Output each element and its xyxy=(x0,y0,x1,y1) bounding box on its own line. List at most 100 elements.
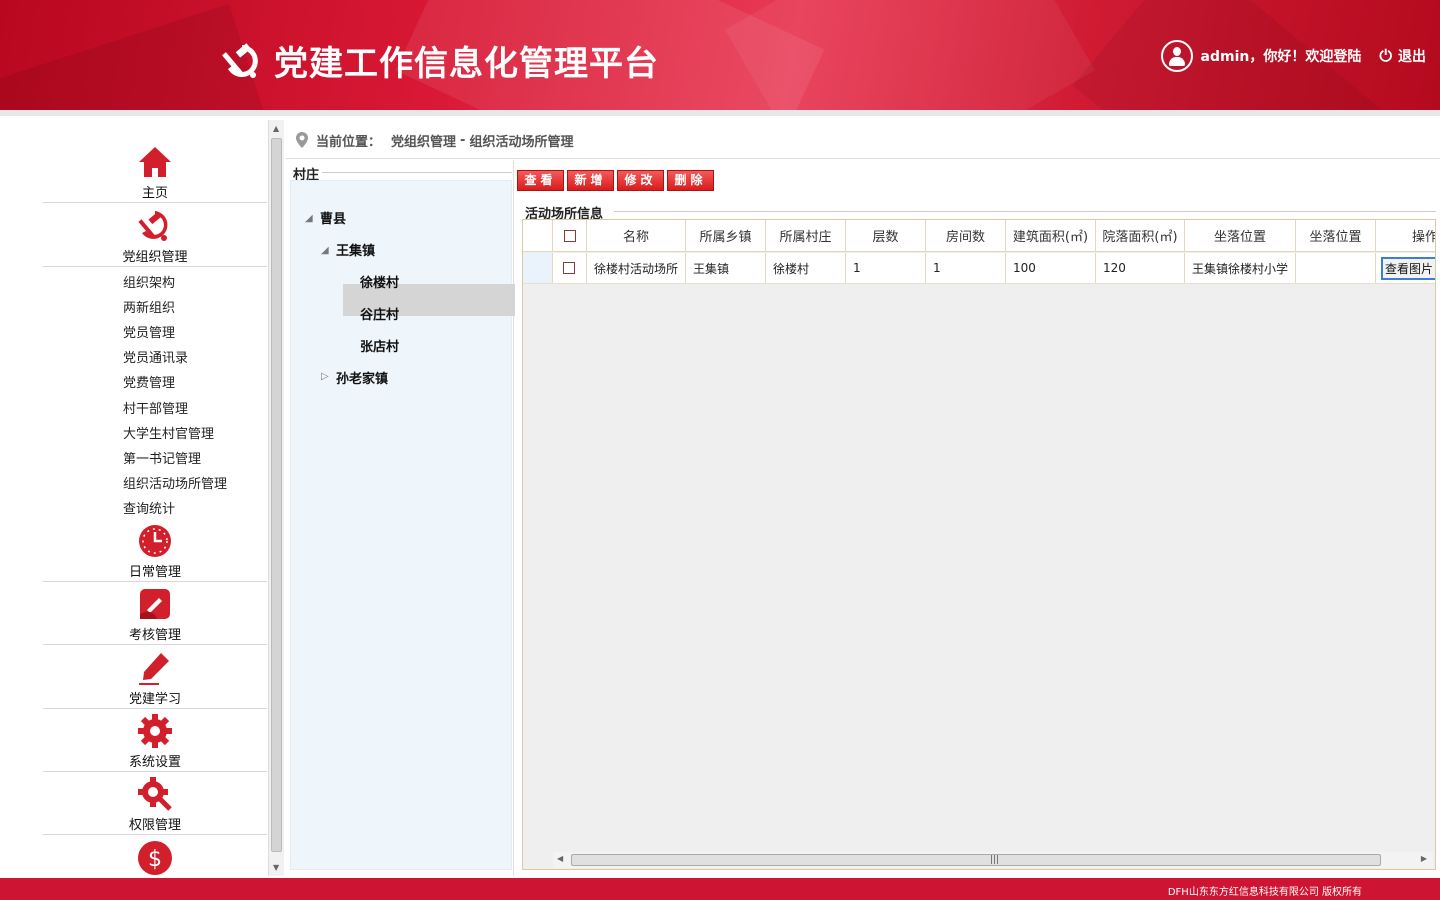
scroll-down-icon[interactable]: ▼ xyxy=(273,863,279,872)
submenu-party-dues[interactable]: 党费管理 xyxy=(123,372,175,391)
sidebar-item-label: 党建学习 xyxy=(128,692,181,707)
sidebar-item-label: 考核管理 xyxy=(128,628,181,643)
cell-village: 徐楼村 xyxy=(766,253,846,283)
cell-yard-area: 120 xyxy=(1096,253,1185,283)
cell-location-2 xyxy=(1296,253,1376,283)
footer: DFH山东东方红信息科技有限公司 版权所有 xyxy=(0,878,1440,900)
user-avatar-icon xyxy=(1160,40,1193,72)
tree-node-village[interactable]: 徐楼村 xyxy=(360,272,399,291)
cell-name: 徐楼村活动场所 xyxy=(587,253,686,283)
venue-data-grid: 名称 所属乡镇 所属村庄 层数 房间数 建筑面积(㎡) 院落面积(㎡) 坐落位置… xyxy=(522,219,1436,870)
column-header-building-area[interactable]: 建筑面积(㎡) xyxy=(1006,220,1096,251)
breadcrumb-current: 组织活动场所管理 xyxy=(469,134,574,150)
sidebar-item-assessment[interactable]: 考核管理 xyxy=(43,582,267,645)
delete-button[interactable]: 删除 xyxy=(667,170,714,191)
home-icon xyxy=(139,147,171,177)
scroll-right-icon[interactable]: ▶ xyxy=(1421,854,1427,863)
select-all-cell xyxy=(553,220,587,251)
app-logo: 党建工作信息化管理平台 xyxy=(220,36,659,85)
scroll-grip: ||| xyxy=(990,855,1000,865)
cell-location: 王集镇徐楼村小学 xyxy=(1185,253,1296,283)
row-number-header xyxy=(523,220,553,251)
submenu-village-cadres[interactable]: 村干部管理 xyxy=(123,398,188,417)
row-select-cell xyxy=(553,253,587,283)
column-header-name[interactable]: 名称 xyxy=(587,220,686,251)
tree-node-county[interactable]: 曹县 xyxy=(320,208,346,227)
breadcrumb-section[interactable]: 党组织管理 xyxy=(391,131,456,150)
view-image-button[interactable]: 查看图片 xyxy=(1381,256,1435,280)
scrollbar-thumb[interactable] xyxy=(271,138,282,852)
submenu-two-new-orgs[interactable]: 两新组织 xyxy=(123,297,175,316)
cell-rooms: 1 xyxy=(926,253,1006,283)
column-header-floors[interactable]: 层数 xyxy=(846,220,926,251)
tree-node-village[interactable]: 谷庄村 xyxy=(360,304,399,323)
sidebar-item-permissions[interactable]: 权限管理 xyxy=(43,772,267,835)
row-checkbox[interactable] xyxy=(563,262,575,274)
column-header-rooms[interactable]: 房间数 xyxy=(926,220,1006,251)
sidebar-item-daily[interactable]: 日常管理 xyxy=(43,519,267,582)
expand-toggle-icon[interactable]: ◢ xyxy=(305,213,313,224)
sidebar-scrollbar[interactable]: ▲ ▼ xyxy=(268,120,284,876)
submenu-member-management[interactable]: 党员管理 xyxy=(123,322,175,341)
location-pin-icon xyxy=(296,132,308,148)
table-row[interactable]: 徐楼村活动场所 王集镇 徐楼村 1 1 100 120 王集镇徐楼村小学 查看图… xyxy=(523,253,1435,284)
sidebar-item-settings[interactable]: 系统设置 xyxy=(43,709,267,772)
tree-node-town[interactable]: 王集镇 xyxy=(336,240,375,259)
sidebar-item-label: 系统设置 xyxy=(128,755,181,770)
assessment-icon xyxy=(140,589,170,619)
column-header-action[interactable]: 操作 xyxy=(1376,220,1435,251)
submenu-college-officials[interactable]: 大学生村官管理 xyxy=(123,423,214,442)
scroll-up-icon[interactable]: ▲ xyxy=(273,124,279,133)
user-box: admin，你好！欢迎登陆 ⏻ 退出 xyxy=(1160,40,1426,72)
add-button[interactable]: 新增 xyxy=(567,170,614,191)
collapse-toggle-icon[interactable]: ▷ xyxy=(321,371,329,382)
column-header-village[interactable]: 所属村庄 xyxy=(766,220,846,251)
copyright-text: DFH山东东方红信息科技有限公司 版权所有 xyxy=(1167,887,1362,898)
submenu-activity-venues[interactable]: 组织活动场所管理 xyxy=(123,473,227,492)
expand-toggle-icon[interactable]: ◢ xyxy=(321,245,329,256)
clock-icon xyxy=(139,525,171,557)
column-header-location-2[interactable]: 坐落位置 xyxy=(1296,220,1376,251)
cell-action: 查看图片 xyxy=(1376,253,1435,283)
submenu-first-secretary[interactable]: 第一书记管理 xyxy=(123,448,201,467)
breadcrumb-prefix: 当前位置： xyxy=(316,134,382,150)
submenu-query-stats[interactable]: 查询统计 xyxy=(123,498,175,517)
breadcrumb-separator: - xyxy=(460,132,466,148)
welcome-text: admin，你好！欢迎登陆 xyxy=(1200,49,1362,65)
sidebar-item-study[interactable]: 党建学习 xyxy=(43,646,267,709)
cell-floors: 1 xyxy=(846,253,926,283)
cell-building-area: 100 xyxy=(1006,253,1096,283)
column-header-location[interactable]: 坐落位置 xyxy=(1185,220,1296,251)
grid-header-row: 名称 所属乡镇 所属村庄 层数 房间数 建筑面积(㎡) 院落面积(㎡) 坐落位置… xyxy=(523,220,1435,252)
breadcrumb: 当前位置： 党组织管理 - 组织活动场所管理 xyxy=(286,122,1440,159)
sidebar-item-finance[interactable]: $ xyxy=(43,836,267,876)
app-title: 党建工作信息化管理平台 xyxy=(274,44,659,84)
power-icon[interactable]: ⏻ xyxy=(1379,46,1392,66)
village-tree-panel: 村庄 ◢ 曹县 ◢ 王集镇 徐楼村 谷庄村 张店村 ▷ 孙老家镇 xyxy=(286,160,515,876)
sidebar: 主页 党组织管理 组织架构 两新组织 党员管理 党员通讯录 党费管理 村干部管理… xyxy=(0,120,268,876)
submenu-member-directory[interactable]: 党员通讯录 xyxy=(123,347,188,366)
tree-body: ◢ 曹县 ◢ 王集镇 徐楼村 谷庄村 张店村 ▷ 孙老家镇 xyxy=(290,180,515,870)
grid-horizontal-scrollbar[interactable]: ◀ ||| ▶ xyxy=(553,852,1433,868)
submenu-org-structure[interactable]: 组织架构 xyxy=(123,272,175,291)
edit-button[interactable]: 修改 xyxy=(617,170,664,191)
tree-node-village[interactable]: 张店村 xyxy=(360,336,399,355)
column-header-town[interactable]: 所属乡镇 xyxy=(686,220,766,251)
scrollbar-thumb[interactable]: ||| xyxy=(571,854,1381,866)
view-button[interactable]: 查看 xyxy=(517,170,564,191)
hammer-sickle-icon xyxy=(222,42,258,78)
tree-node-town[interactable]: 孙老家镇 xyxy=(336,368,388,387)
select-all-checkbox[interactable] xyxy=(563,229,576,242)
column-header-yard-area[interactable]: 院落面积(㎡) xyxy=(1096,220,1185,251)
cell-town: 王集镇 xyxy=(686,253,766,283)
logout-link[interactable]: 退出 xyxy=(1398,46,1426,66)
sidebar-item-home[interactable]: 主页 xyxy=(43,140,267,203)
gear-icon xyxy=(138,714,172,748)
svg-text:$: $ xyxy=(148,847,162,872)
app-header: 党建工作信息化管理平台 admin，你好！欢迎登陆 ⏻ 退出 xyxy=(0,0,1440,110)
party-emblem-icon xyxy=(138,211,168,241)
sidebar-item-party-org[interactable]: 党组织管理 xyxy=(43,204,267,267)
action-toolbar: 查看 新增 修改 删除 xyxy=(517,170,717,191)
sidebar-item-label: 权限管理 xyxy=(128,818,181,833)
scroll-left-icon[interactable]: ◀ xyxy=(557,854,563,863)
